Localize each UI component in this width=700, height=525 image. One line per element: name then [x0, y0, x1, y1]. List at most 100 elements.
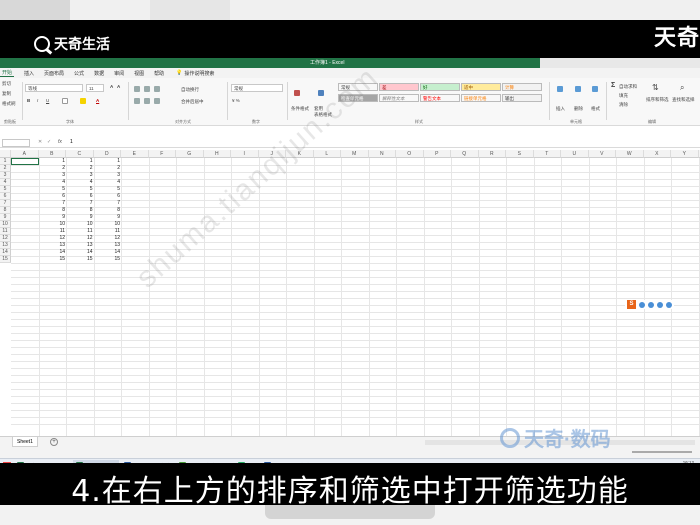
cell-b3[interactable]: 3 — [39, 172, 67, 179]
find-select-button[interactable]: 查找和选择 — [672, 97, 700, 103]
column-header[interactable]: I — [231, 150, 259, 158]
column-header[interactable]: K — [286, 150, 314, 158]
cell-c2[interactable]: 2 — [66, 165, 94, 172]
align-left-icon[interactable] — [134, 98, 140, 104]
tab-home[interactable]: 开始 — [0, 69, 15, 77]
decrease-font-icon[interactable]: A — [117, 84, 120, 89]
conditional-format-button[interactable]: 条件格式 — [291, 106, 309, 112]
row-header[interactable]: 7 — [0, 200, 11, 207]
cell-d9[interactable]: 9 — [94, 214, 122, 221]
align-middle-icon[interactable] — [144, 86, 150, 92]
font-color-icon[interactable]: A — [96, 98, 99, 103]
sheet-tab[interactable]: Sheet1 — [12, 437, 38, 447]
format-button[interactable]: 格式 — [591, 106, 600, 112]
cell-c6[interactable]: 6 — [66, 193, 94, 200]
number-format-select[interactable]: 常规 — [231, 84, 283, 92]
cell-c14[interactable]: 14 — [66, 249, 94, 256]
style-good[interactable]: 好 — [420, 83, 460, 91]
cell-d13[interactable]: 13 — [94, 242, 122, 249]
cell-c15[interactable]: 15 — [66, 256, 94, 263]
select-all-corner[interactable] — [0, 150, 11, 158]
cell-d5[interactable]: 5 — [94, 186, 122, 193]
cell-b13[interactable]: 13 — [39, 242, 67, 249]
cell-b5[interactable]: 5 — [39, 186, 67, 193]
style-linked-cell[interactable]: 链接单元格 — [461, 94, 501, 102]
tab-view[interactable]: 视图 — [134, 70, 144, 77]
align-bottom-icon[interactable] — [154, 86, 160, 92]
tab-help[interactable]: 帮助 — [154, 70, 164, 77]
column-header[interactable]: T — [533, 150, 561, 158]
cancel-icon[interactable]: ✕ — [38, 139, 42, 145]
ime-option-icon[interactable] — [648, 301, 654, 308]
row-header[interactable]: 2 — [0, 165, 11, 172]
cell-d1[interactable]: 1 — [94, 158, 122, 165]
cell-b4[interactable]: 4 — [39, 179, 67, 186]
column-header[interactable]: J — [258, 150, 286, 158]
row-header[interactable]: 15 — [0, 256, 11, 263]
formula-input[interactable]: 1 — [70, 139, 73, 145]
column-header[interactable]: W — [616, 150, 644, 158]
cell-b12[interactable]: 12 — [39, 235, 67, 242]
cell-d4[interactable]: 4 — [94, 179, 122, 186]
name-box[interactable] — [2, 139, 30, 147]
tell-me-search[interactable]: 操作说明搜索 — [184, 70, 214, 77]
bold-button[interactable]: B — [27, 98, 30, 103]
ime-option-icon[interactable] — [657, 301, 663, 308]
row-header[interactable]: 8 — [0, 207, 11, 214]
column-header[interactable]: Y — [671, 150, 699, 158]
column-header[interactable]: L — [313, 150, 341, 158]
column-header[interactable]: X — [643, 150, 671, 158]
style-normal[interactable]: 常规 — [338, 83, 378, 91]
style-bad[interactable]: 差 — [379, 83, 419, 91]
font-size-select[interactable]: 11 — [86, 84, 104, 92]
format-painter-button[interactable]: 格式刷 — [2, 101, 16, 107]
cut-button[interactable]: 剪切 — [2, 81, 11, 87]
cell-d10[interactable]: 10 — [94, 221, 122, 228]
cell-d12[interactable]: 12 — [94, 235, 122, 242]
cell-b7[interactable]: 7 — [39, 200, 67, 207]
style-calculation[interactable]: 计算 — [502, 83, 542, 91]
wrap-text-button[interactable]: 自动换行 — [181, 87, 199, 93]
align-top-icon[interactable] — [134, 86, 140, 92]
insert-button[interactable]: 插入 — [556, 106, 565, 112]
underline-button[interactable]: U — [46, 98, 49, 103]
cell-d8[interactable]: 8 — [94, 207, 122, 214]
cell-d14[interactable]: 14 — [94, 249, 122, 256]
fill-color-icon[interactable] — [80, 98, 86, 104]
cell-d3[interactable]: 3 — [94, 172, 122, 179]
font-name-select[interactable]: 等线 — [25, 84, 83, 92]
ime-option-icon[interactable] — [666, 301, 672, 308]
cell-b14[interactable]: 14 — [39, 249, 67, 256]
increase-font-icon[interactable]: A — [110, 84, 113, 89]
tab-insert[interactable]: 插入 — [24, 70, 34, 77]
column-header[interactable]: A — [11, 150, 39, 158]
column-header[interactable]: Q — [451, 150, 479, 158]
currency-button[interactable]: ¥ % — [232, 98, 240, 103]
cell-d15[interactable]: 15 — [94, 256, 122, 263]
tab-formulas[interactable]: 公式 — [74, 70, 84, 77]
column-header[interactable]: F — [148, 150, 176, 158]
column-header[interactable]: B — [38, 150, 66, 158]
cell-d7[interactable]: 7 — [94, 200, 122, 207]
align-right-icon[interactable] — [154, 98, 160, 104]
cell-c4[interactable]: 4 — [66, 179, 94, 186]
insert-function-button[interactable]: fx — [58, 139, 62, 145]
tab-data[interactable]: 数据 — [94, 70, 104, 77]
find-select-icon[interactable]: ⌕ — [680, 83, 684, 93]
border-icon[interactable] — [62, 98, 68, 104]
row-header[interactable]: 10 — [0, 221, 11, 228]
merge-center-button[interactable]: 合并后居中 — [181, 99, 204, 105]
column-header[interactable]: S — [506, 150, 534, 158]
style-explanatory[interactable]: 解释性文本 — [379, 94, 419, 102]
cell-c5[interactable]: 5 — [66, 186, 94, 193]
style-check-cell[interactable]: 检查单元格 — [338, 94, 378, 102]
row-header[interactable]: 5 — [0, 186, 11, 193]
copy-button[interactable]: 复制 — [2, 91, 11, 97]
cell-b8[interactable]: 8 — [39, 207, 67, 214]
add-sheet-button[interactable]: + — [50, 438, 58, 446]
cell-c1[interactable]: 1 — [66, 158, 94, 165]
row-header[interactable]: 11 — [0, 228, 11, 235]
column-header[interactable]: U — [561, 150, 589, 158]
cell-d11[interactable]: 11 — [94, 228, 122, 235]
column-header[interactable]: P — [423, 150, 451, 158]
